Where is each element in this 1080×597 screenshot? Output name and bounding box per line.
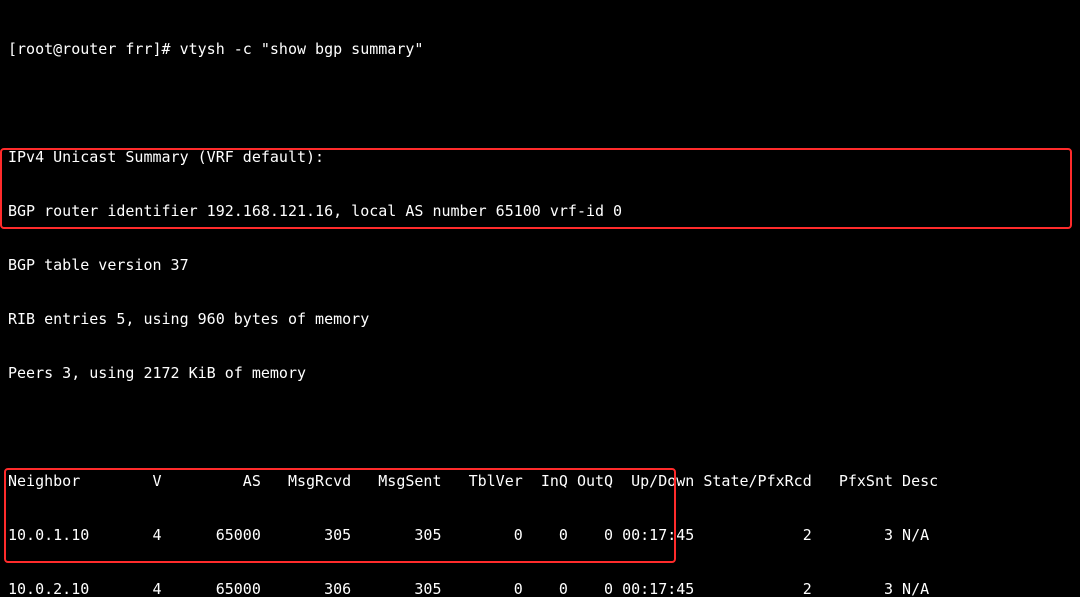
terminal-window[interactable]: [root@router frr]# vtysh -c "show bgp su… [0, 0, 1080, 597]
summary-rib-entries: RIB entries 5, using 960 bytes of memory [8, 310, 1072, 328]
summary-router-id: BGP router identifier 192.168.121.16, lo… [8, 202, 1072, 220]
neighbor-row: 10.0.2.10 4 65000 306 305 0 0 0 00:17:45… [8, 580, 1072, 597]
neighbor-row: 10.0.1.10 4 65000 305 305 0 0 0 00:17:45… [8, 526, 1072, 544]
summary-title: IPv4 Unicast Summary (VRF default): [8, 148, 1072, 166]
prompt-show-bgp-summary: [root@router frr]# vtysh -c "show bgp su… [8, 40, 1072, 58]
neighbor-table-header: Neighbor V AS MsgRcvd MsgSent TblVer InQ… [8, 472, 1072, 490]
summary-table-version: BGP table version 37 [8, 256, 1072, 274]
blank-line [8, 94, 1072, 112]
blank-line [8, 418, 1072, 436]
summary-peers: Peers 3, using 2172 KiB of memory [8, 364, 1072, 382]
